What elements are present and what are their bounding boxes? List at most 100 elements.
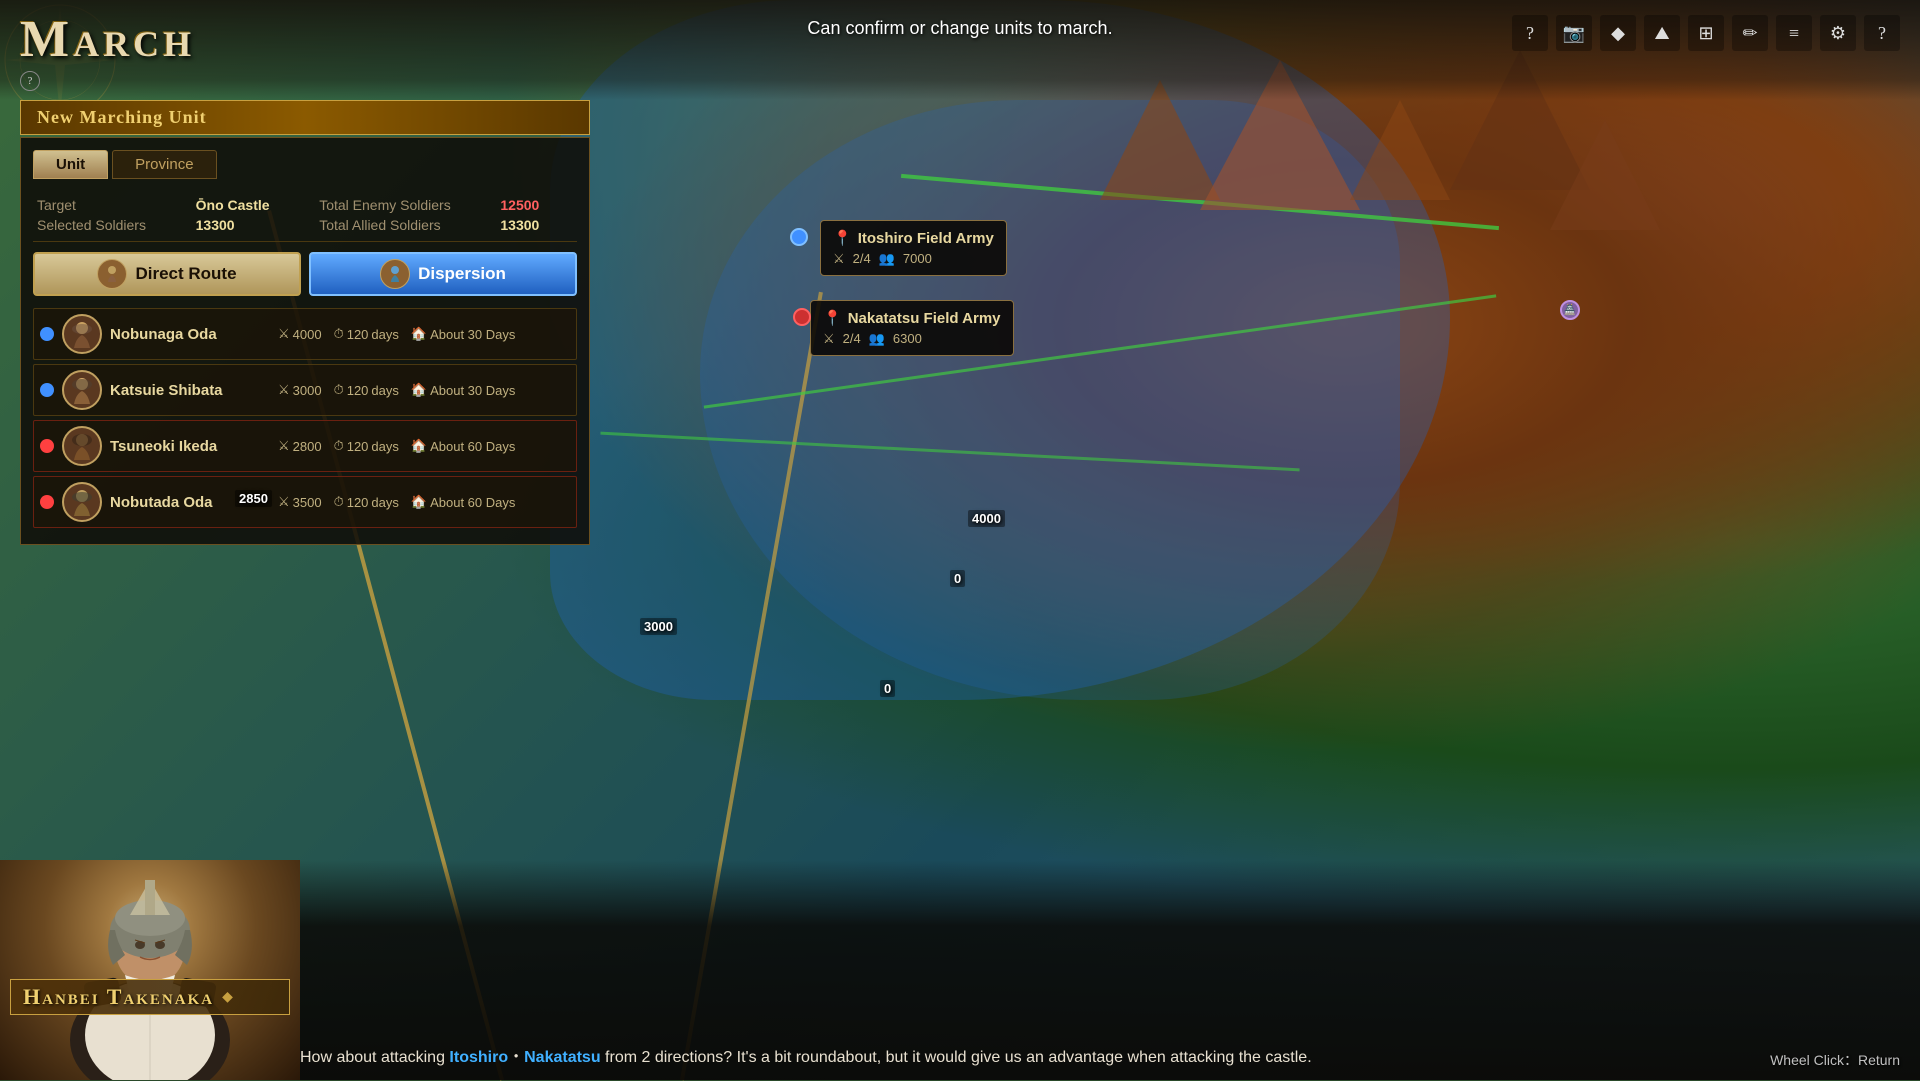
tooltip-units: 2/4 [853, 251, 871, 267]
soldiers-icon: ⚔ [278, 494, 290, 510]
tooltip-title-text: Itoshiro Field Army [858, 230, 994, 247]
diamond-icon[interactable]: ◆ [1600, 15, 1636, 51]
top-right-toolbar: ? 📷 ◆ ⛰ ⊞ ✏ ≡ ⚙ ? [1512, 15, 1900, 51]
tooltip-units-icon: ⚔ [823, 331, 835, 347]
unit-stats: ⚔ 3500 ⏱ 120 days 🏠 About 60 Days [278, 494, 515, 510]
unit-name: Nobunaga Oda [110, 326, 270, 343]
unit-days: ⏱ 120 days [334, 382, 399, 398]
enemy-label: Total Enemy Soldiers [319, 197, 484, 213]
travel-icon: 🏠 [411, 326, 427, 342]
tooltip-stats: ⚔ 2/4 👥 6300 [823, 331, 1001, 347]
unit-stats: ⚔ 2800 ⏱ 120 days 🏠 About 60 Days [278, 438, 515, 454]
unit-row[interactable]: Tsuneoki Ikeda ⚔ 2800 ⏱ 120 days 🏠 About… [33, 420, 577, 472]
days-icon: ⏱ [334, 438, 344, 454]
map-marker-red [793, 308, 811, 326]
title-area: March ? [20, 10, 195, 91]
advisor-name-plate: Hanbei Takenaka ◆ [10, 979, 290, 1015]
tab-province[interactable]: Province [112, 150, 216, 179]
advisor-speech: How about attacking Itoshiro・Nakatatsu f… [300, 1046, 1900, 1070]
unit-avatar [62, 314, 102, 354]
info-icon[interactable]: ? [1864, 15, 1900, 51]
tooltip-dot: 📍 [823, 309, 842, 327]
unit-stats: ⚔ 4000 ⏱ 120 days 🏠 About 30 Days [278, 326, 515, 342]
castle-marker: 🏯 [1560, 300, 1580, 320]
unit-row[interactable]: Katsuie Shibata ⚔ 3000 ⏱ 120 days 🏠 Abou… [33, 364, 577, 416]
info-rows: Target Ōno Castle Total Enemy Soldiers 1… [33, 191, 577, 242]
travel-icon: 🏠 [411, 438, 427, 454]
soldiers-icon: ⚔ [278, 326, 290, 342]
terrain-icon[interactable]: ⛰ [1644, 15, 1680, 51]
selected-value: 13300 [196, 217, 304, 233]
unit-soldiers: ⚔ 3000 [278, 382, 322, 398]
route-buttons: Direct Route Dispersion [33, 252, 577, 296]
mountain-5 [1550, 120, 1660, 230]
days-icon: ⏱ [334, 494, 344, 510]
enemy-value: 12500 [500, 197, 573, 213]
bottom-right-hint: Wheel Click：Return [1770, 1050, 1900, 1070]
unit-list: Nobunaga Oda ⚔ 4000 ⏱ 120 days 🏠 About 3… [33, 308, 577, 528]
panel-header: New Marching Unit [20, 100, 590, 135]
soldiers-icon: ⚔ [278, 382, 290, 398]
unit-avatar [62, 482, 102, 522]
unit-dot [40, 439, 54, 453]
travel-icon: 🏠 [411, 382, 427, 398]
unit-dot [40, 495, 54, 509]
dispersion-button[interactable]: Dispersion [309, 252, 577, 296]
unit-dot [40, 383, 54, 397]
unit-travel: 🏠 About 30 Days [411, 326, 515, 342]
days-icon: ⏱ [334, 326, 344, 342]
unit-avatar [62, 426, 102, 466]
tooltip-soldiers: 7000 [903, 251, 932, 267]
unit-soldiers: ⚔ 4000 [278, 326, 322, 342]
tooltip-stats: ⚔ 2/4 👥 7000 [833, 251, 994, 267]
unit-soldiers: ⚔ 2800 [278, 438, 322, 454]
help-button[interactable]: ? [20, 71, 40, 91]
unit-soldiers: ⚔ 3500 [278, 494, 322, 510]
dispersion-avatar [380, 259, 410, 289]
advisor-portrait-image [0, 860, 300, 1080]
unit-travel: 🏠 About 60 Days [411, 438, 515, 454]
advisor-name: Hanbei Takenaka [23, 984, 214, 1010]
tooltip-soldiers-icon: 👥 [869, 331, 885, 347]
unit-stats: ⚔ 3000 ⏱ 120 days 🏠 About 30 Days [278, 382, 515, 398]
top-message: Can confirm or change units to march. [807, 18, 1112, 39]
advisor-portrait [0, 860, 300, 1080]
settings-icon[interactable]: ⚙ [1820, 15, 1856, 51]
unit-row[interactable]: Nobutada Oda ⚔ 3500 ⏱ 120 days 🏠 About 6… [33, 476, 577, 528]
unit-travel: 🏠 About 30 Days [411, 382, 515, 398]
tooltip-units-icon: ⚔ [833, 251, 845, 267]
tooltip-soldiers: 6300 [893, 331, 922, 347]
unit-avatar [62, 370, 102, 410]
map-number: 4000 [968, 510, 1005, 527]
map-marker-blue [790, 228, 808, 246]
direct-route-avatar [97, 259, 127, 289]
help-icon[interactable]: ? [1512, 15, 1548, 51]
unit-panel: Unit Province Target Ōno Castle Total En… [20, 137, 590, 545]
direct-route-label: Direct Route [135, 264, 236, 284]
tabs-container: Unit Province [33, 150, 577, 179]
edit-icon[interactable]: ✏ [1732, 15, 1768, 51]
mountain-3 [1350, 100, 1450, 200]
unit-name: Tsuneoki Ikeda [110, 438, 270, 455]
days-icon: ⏱ [334, 382, 344, 398]
map-number: 3000 [640, 618, 677, 635]
camera-icon[interactable]: 📷 [1556, 15, 1592, 51]
unit-row[interactable]: Nobunaga Oda ⚔ 4000 ⏱ 120 days 🏠 About 3… [33, 308, 577, 360]
map-number: 0 [950, 570, 965, 587]
tooltip-dot: 📍 [833, 229, 852, 247]
selected-label: Selected Soldiers [37, 217, 180, 233]
grid-icon[interactable]: ⊞ [1688, 15, 1724, 51]
advisor-highlight-1: Itoshiro [449, 1049, 508, 1066]
target-value: Ōno Castle [196, 197, 304, 213]
advisor-highlight-2: Nakatatsu [524, 1049, 600, 1066]
unit-days: ⏱ 120 days [334, 326, 399, 342]
unit-name: Katsuie Shibata [110, 382, 270, 399]
list-icon[interactable]: ≡ [1776, 15, 1812, 51]
dispersion-label: Dispersion [418, 264, 506, 284]
tooltip-title-text: Nakatatsu Field Army [848, 310, 1001, 327]
unit-days: ⏱ 120 days [334, 438, 399, 454]
advisor-diamond-icon: ◆ [222, 989, 233, 1006]
soldiers-icon: ⚔ [278, 438, 290, 454]
tab-unit[interactable]: Unit [33, 150, 108, 179]
direct-route-button[interactable]: Direct Route [33, 252, 301, 296]
